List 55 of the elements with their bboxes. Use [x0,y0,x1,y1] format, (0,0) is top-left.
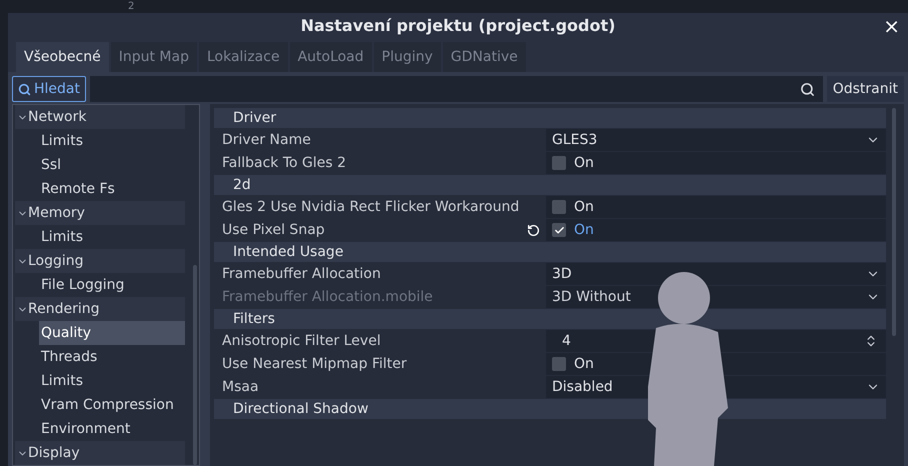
tab[interactable]: Input Map [110,42,197,72]
property-label: Gles 2 Use Nvidia Rect Flicker Workaround [222,198,520,216]
property-label: Driver Name [222,130,311,150]
search-toggle-button[interactable]: Hledat [12,76,86,102]
checkbox-label: On [574,354,594,374]
checkbox[interactable] [552,200,566,214]
property-label: Anisotropic Filter Level [222,332,381,350]
delete-button[interactable]: Odstranit [826,76,904,102]
dropdown[interactable]: GLES3 [546,129,886,151]
property-label: Msaa [222,378,259,396]
section-header: Intended Usage [214,242,886,262]
search-field[interactable] [90,76,823,102]
section-header: Driver [214,108,886,128]
section-header: Filters [214,309,886,329]
close-button[interactable]: × [883,16,900,36]
tree-item[interactable]: Rendering [15,297,185,321]
tree-item[interactable]: File Logging [39,273,185,297]
property-label: Framebuffer Allocation.mobile [222,288,433,306]
checkbox[interactable] [552,357,566,371]
checkbox-label: On [574,154,594,172]
tree-item[interactable]: Environment [39,417,185,441]
tab[interactable]: AutoLoad [290,42,372,72]
checkbox-label: On [574,220,594,240]
section-header: 2d [214,175,886,195]
tree-item[interactable]: Vram Compression [39,393,185,417]
property-label: Use Nearest Mipmap Filter [222,354,407,374]
checkbox[interactable] [552,223,566,237]
revert-icon[interactable] [527,224,540,236]
tree-item[interactable]: Quality [39,321,185,345]
tab[interactable]: Pluginy [374,42,441,72]
search-icon [18,82,31,96]
tree-item[interactable]: Memory [15,201,185,225]
tab[interactable]: GDNative [442,42,526,72]
tab[interactable]: Lokalizace [198,42,288,72]
window-title: Nastavení projektu (project.godot) [300,14,616,36]
tree-item[interactable]: Logging [15,249,185,273]
tree-item[interactable]: Threads [39,345,185,369]
tree-item[interactable]: Remote Fs [39,177,185,201]
tree-item[interactable]: Ssl [39,153,185,177]
checkbox-label: On [574,198,594,216]
scrollbar[interactable] [193,265,197,465]
tree-item[interactable]: Limits [39,225,185,249]
checkbox[interactable] [552,156,566,170]
property-label: Use Pixel Snap [222,220,325,240]
check-icon [554,224,564,236]
tree-item[interactable]: Limits [39,129,185,153]
tree-item[interactable]: Network [15,105,185,129]
tab[interactable]: Všeobecné [16,42,109,72]
tree-item[interactable]: Display [15,441,185,465]
tree-item[interactable]: Limits [39,369,185,393]
dropdown[interactable]: 3D [546,263,886,285]
line-number: 2 [128,0,134,12]
scrollbar[interactable] [892,108,896,336]
property-label: Framebuffer Allocation [222,264,381,284]
property-label: Fallback To Gles 2 [222,154,346,172]
